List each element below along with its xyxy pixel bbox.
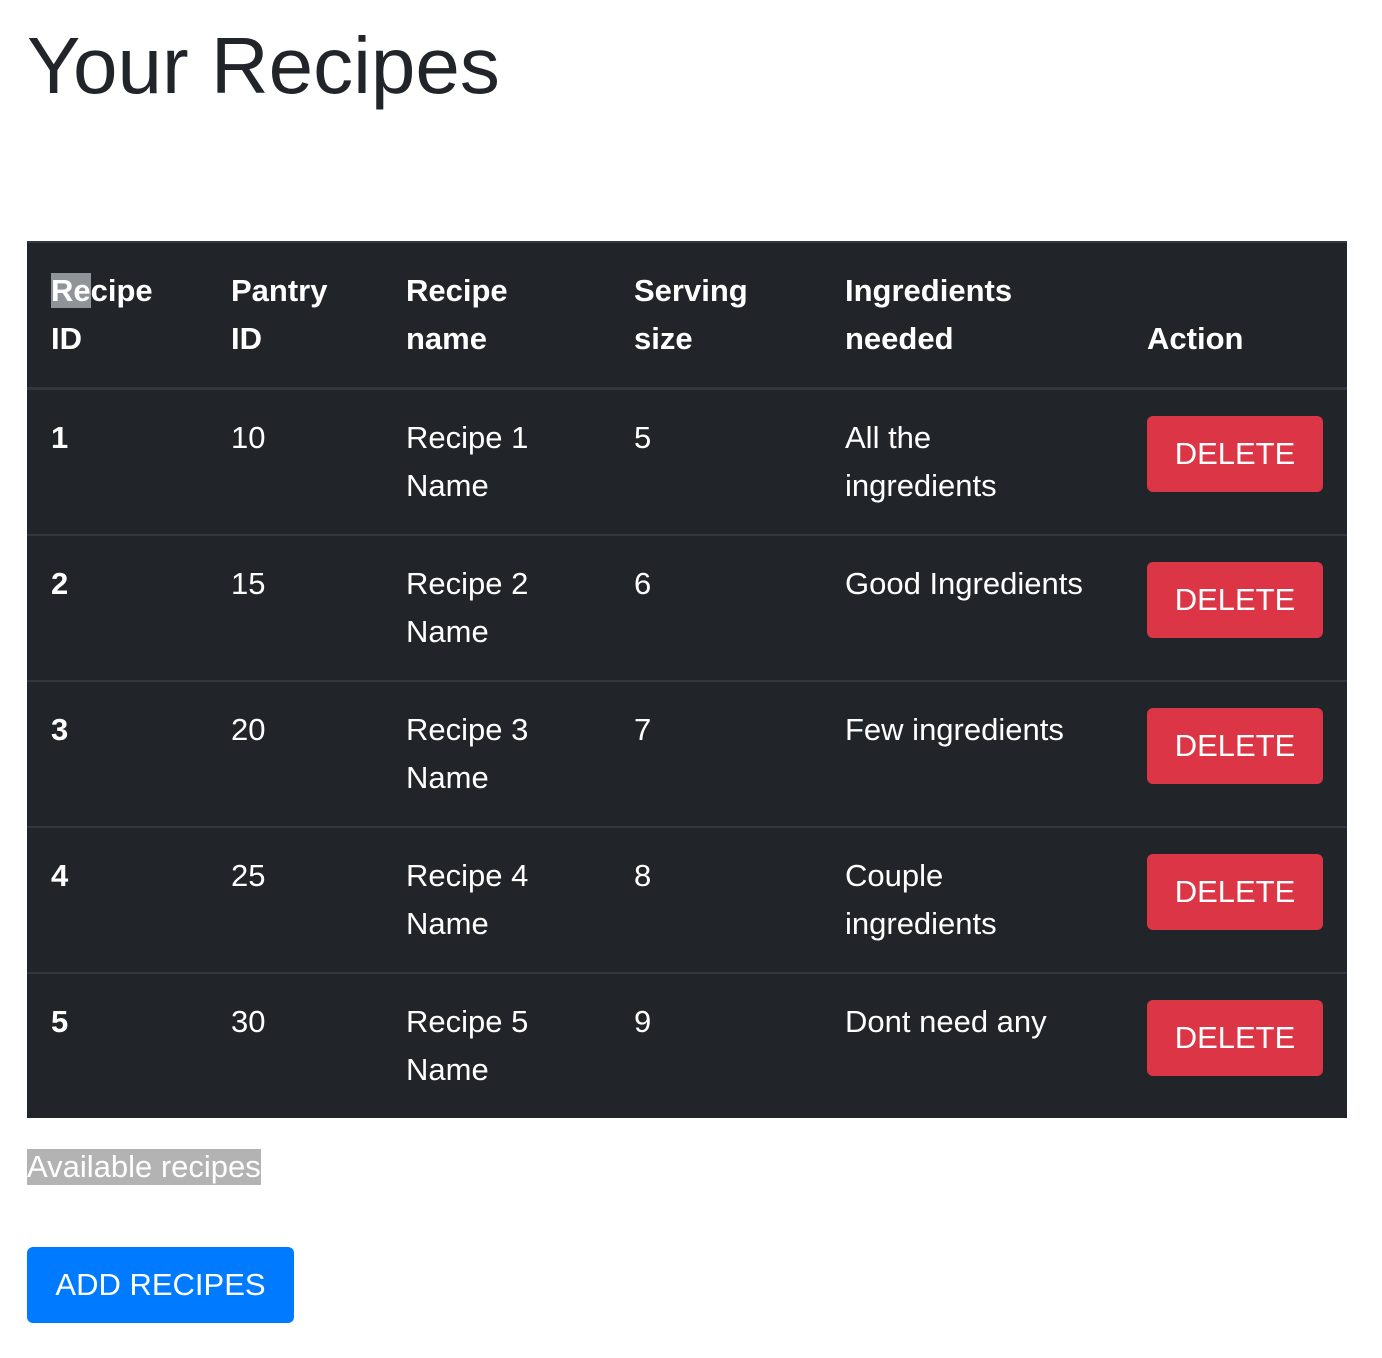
ingredients-cell: All the ingredients xyxy=(821,389,1123,536)
header-row: Recipe ID Pantry ID Recipe name Serving size… xyxy=(27,241,1347,390)
table-body: 1 10 Recipe 1 Name 5 All the ingredients D… xyxy=(27,389,1347,1118)
recipe-id-cell: 1 xyxy=(51,420,69,455)
ingredients-line1: Few ingredients xyxy=(845,712,1064,747)
recipe-id-cell: 3 xyxy=(27,680,207,827)
pantry-id-cell: 10 xyxy=(231,420,266,455)
recipe-name-cell: Recipe 5 Name xyxy=(382,972,610,1118)
serving-size-cell: 7 xyxy=(610,680,821,827)
recipe-name-cell: Recipe 1 Name xyxy=(382,389,610,536)
recipe-name-line1: Recipe 5 xyxy=(406,1004,529,1039)
table-row: 5 30 Recipe 5 Name 9 Dont need any DELETE xyxy=(27,972,1347,1118)
ingredients-cell: Good Ingredients xyxy=(821,534,1123,681)
pantry-id-cell: 20 xyxy=(207,680,382,827)
recipe-name-line2: Name xyxy=(406,1052,489,1087)
ingredients-cell: Couple ingredients xyxy=(821,826,1123,973)
header-ingredients-line2: needed xyxy=(845,321,954,356)
table-row: 4 25 Recipe 4 Name 8 Couple ingredients DE… xyxy=(27,826,1347,973)
action-cell: DELETE xyxy=(1123,389,1347,536)
header-recipe-id-selection: Re xyxy=(51,273,91,308)
serving-size-cell: 5 xyxy=(634,420,652,455)
pantry-id-cell: 25 xyxy=(207,826,382,973)
action-cell: DELETE xyxy=(1123,972,1347,1118)
header-serving-size-line2: size xyxy=(634,321,693,356)
header-ingredients: Ingredients needed xyxy=(821,241,1123,390)
header-pantry-id: Pantry ID xyxy=(207,241,382,390)
delete-button[interactable]: DELETE xyxy=(1147,854,1323,930)
table-row: 2 15 Recipe 2 Name 6 Good Ingredients DEL… xyxy=(27,534,1347,681)
header-pantry-id-line1: Pantry xyxy=(231,273,328,308)
header-pantry-id-line2: ID xyxy=(231,321,262,356)
header-action: Action xyxy=(1123,241,1347,390)
ingredients-line2: ingredients xyxy=(845,906,997,941)
header-recipe-name-line1: Recipe xyxy=(406,273,508,308)
header-recipe-name-line2: name xyxy=(406,321,487,356)
recipe-name-cell: Recipe 4 Name xyxy=(382,826,610,973)
delete-button[interactable]: DELETE xyxy=(1147,1000,1323,1076)
header-recipe-name: Recipe name xyxy=(382,241,610,390)
ingredients-line1: All the xyxy=(845,420,932,455)
pantry-id-cell: 30 xyxy=(207,972,382,1118)
recipe-name-line2: Name xyxy=(406,760,489,795)
ingredients-cell: Few ingredients xyxy=(821,680,1123,827)
delete-button[interactable]: DELETE xyxy=(1147,416,1323,492)
header-recipe-id-rest: cipe xyxy=(90,273,153,308)
delete-button[interactable]: DELETE xyxy=(1147,708,1323,784)
recipe-name-line1: Recipe 3 xyxy=(406,712,529,747)
recipe-id-cell: 4 xyxy=(27,826,207,973)
table-row: 3 20 Recipe 3 Name 7 Few ingredients DELE… xyxy=(27,680,1347,827)
header-serving-size: Serving size xyxy=(610,241,821,390)
header-recipe-id-line2: ID xyxy=(51,321,82,356)
recipe-name-line1: Recipe 4 xyxy=(406,858,529,893)
pantry-id-cell: 15 xyxy=(207,534,382,681)
recipe-name-cell: Recipe 3 Name xyxy=(382,680,610,827)
ingredients-line1: Couple xyxy=(845,858,944,893)
serving-size-cell: 6 xyxy=(610,534,821,681)
table-header: Recipe ID Pantry ID Recipe name Serving size… xyxy=(27,241,1347,390)
recipes-table: Recipe ID Pantry ID Recipe name Serving size… xyxy=(27,241,1347,1118)
recipe-name-line1: Recipe 2 xyxy=(406,566,529,601)
serving-size-cell: 8 xyxy=(610,826,821,973)
ingredients-line1: Dont need any xyxy=(845,1004,1047,1039)
delete-button[interactable]: DELETE xyxy=(1147,562,1323,638)
add-recipes-button[interactable]: ADD RECIPES xyxy=(27,1247,294,1323)
recipe-name-line1: Recipe 1 xyxy=(406,420,529,455)
action-cell: DELETE xyxy=(1123,534,1347,681)
header-recipe-id: Recipe ID xyxy=(27,241,207,390)
ingredients-line2: ingredients xyxy=(845,468,997,503)
table-row: 1 10 Recipe 1 Name 5 All the ingredients D… xyxy=(27,389,1347,536)
table-caption: Available recipes xyxy=(27,1149,261,1185)
recipe-name-line2: Name xyxy=(406,906,489,941)
recipe-name-line2: Name xyxy=(406,614,489,649)
recipe-id-cell: 5 xyxy=(27,972,207,1118)
action-cell: DELETE xyxy=(1123,826,1347,973)
header-serving-size-line1: Serving xyxy=(634,273,748,308)
recipe-id-cell: 2 xyxy=(27,534,207,681)
ingredients-line1: Good Ingredients xyxy=(845,566,1083,601)
action-cell: DELETE xyxy=(1123,680,1347,827)
page-title: Your Recipes xyxy=(27,21,500,110)
recipes-page: Your Recipes Recipe ID Pantry ID Recipe nam… xyxy=(0,0,1382,1358)
recipe-name-cell: Recipe 2 Name xyxy=(382,534,610,681)
serving-size-cell: 9 xyxy=(610,972,821,1118)
header-ingredients-line1: Ingredients xyxy=(845,273,1013,308)
ingredients-cell: Dont need any xyxy=(821,972,1123,1118)
recipe-name-line2: Name xyxy=(406,468,489,503)
